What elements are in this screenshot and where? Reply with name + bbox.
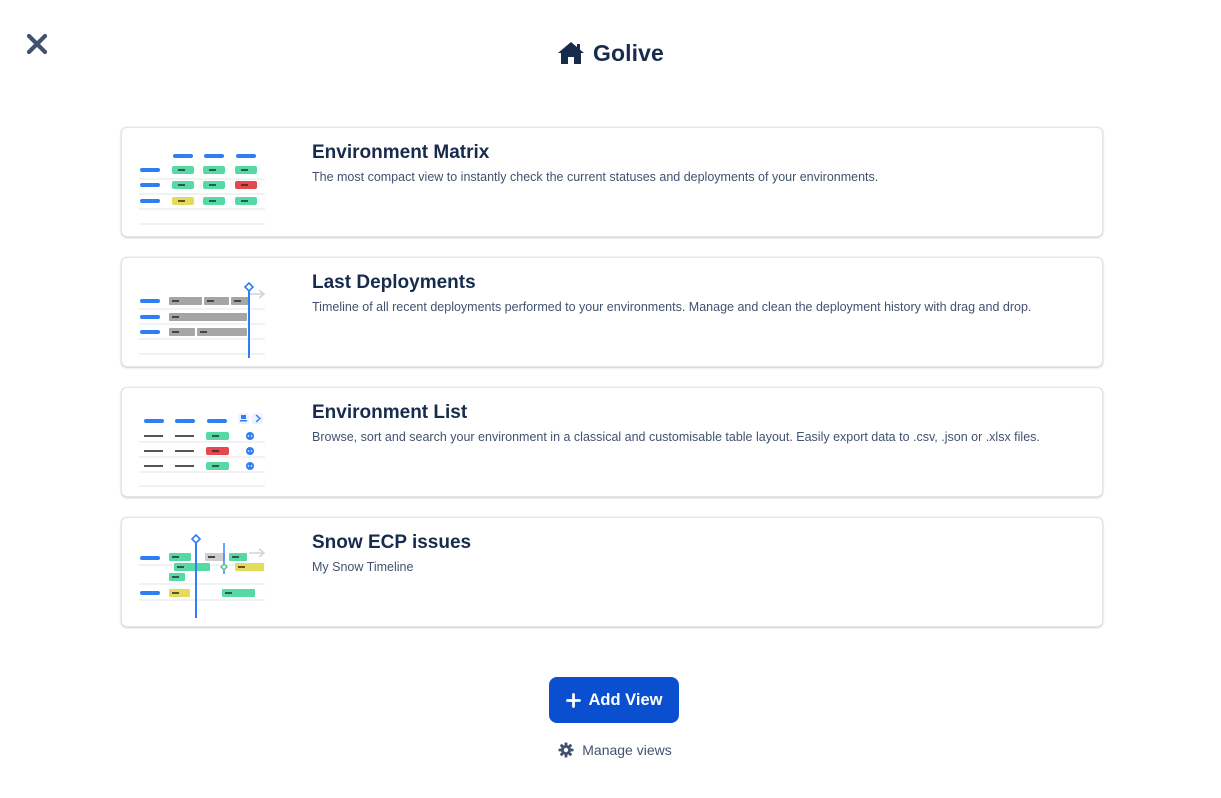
- view-title: Environment Matrix: [312, 142, 490, 163]
- view-description: Timeline of all recent deployments perfo…: [312, 300, 1032, 314]
- plus-icon: [565, 692, 581, 708]
- view-title: Environment List: [312, 402, 468, 423]
- page-header: Golive: [0, 36, 1221, 70]
- home-icon: [558, 42, 585, 64]
- environment-list-thumbnail: [139, 413, 265, 487]
- view-title: Snow ECP issues: [312, 532, 472, 553]
- gear-icon: [558, 742, 574, 758]
- view-card-environment-list[interactable]: Environment List Browse, sort and search…: [121, 387, 1103, 497]
- last-deployments-thumbnail: [139, 281, 266, 358]
- add-view-label: Add View: [588, 690, 663, 709]
- timeline-thumbnail: [139, 533, 266, 618]
- view-description: My Snow Timeline: [312, 560, 414, 574]
- view-card-environment-matrix[interactable]: Environment Matrix The most compact view…: [121, 127, 1103, 237]
- view-card-last-deployments[interactable]: Last Deployments Timeline of all recent …: [121, 257, 1103, 367]
- manage-views-label: Manage views: [582, 742, 672, 758]
- page-title: Golive: [593, 39, 664, 66]
- environment-matrix-thumbnail: [139, 154, 265, 225]
- view-description: Browse, sort and search your environment…: [312, 430, 1040, 444]
- view-title: Last Deployments: [312, 272, 476, 293]
- add-view-button[interactable]: Add View: [549, 677, 679, 723]
- manage-views-link[interactable]: Manage views: [0, 740, 1221, 760]
- view-card-snow-ecp-issues[interactable]: Snow ECP issues My Snow Timeline: [121, 517, 1103, 627]
- view-description: The most compact view to instantly check…: [312, 170, 879, 184]
- view-list: Environment Matrix The most compact view…: [121, 127, 1103, 647]
